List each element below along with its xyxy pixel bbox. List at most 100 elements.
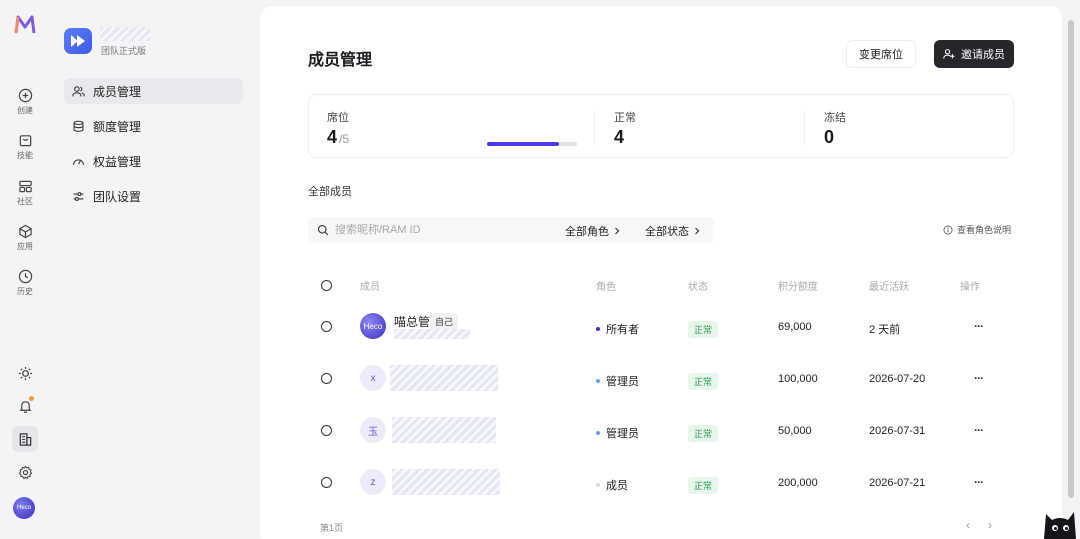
gauge-icon (73, 158, 84, 165)
settings-button[interactable] (12, 459, 38, 485)
team-button[interactable] (12, 426, 38, 452)
chevron-right-icon (695, 227, 700, 235)
role-label: 管理员 (606, 428, 639, 440)
clock-icon (18, 269, 32, 284)
team-sidebar: 团队正式版 成员管理 额度管理 权益管理 团队设置 (50, 0, 256, 539)
rail-item-label: 创建 (17, 106, 33, 115)
sidebar-item-label: 权益管理 (93, 154, 142, 169)
member-role: 所有者 (596, 321, 639, 337)
row-more-button[interactable]: ··· (974, 475, 984, 489)
team-logo (64, 28, 92, 54)
role-label: 管理员 (606, 376, 639, 388)
member-id-redacted (394, 329, 470, 339)
sidebar-item-benefits[interactable]: 权益管理 (64, 148, 243, 174)
building-icon (19, 432, 31, 446)
main-panel: 成员管理 变更席位 邀请成员 席位 4/5 正常 4 冻结 0 全部成员 全部角… (260, 6, 1062, 539)
scrollbar[interactable] (1068, 20, 1074, 498)
rail-item-community[interactable]: 社区 (0, 179, 50, 207)
status-filter[interactable]: 全部状态 (645, 223, 701, 239)
users-icon (72, 85, 85, 96)
notifications-button[interactable] (12, 393, 38, 419)
row-select-radio[interactable] (321, 321, 332, 332)
table-row[interactable]: z 成员 正常 200,000 2026-07-21 ··· (308, 456, 1014, 508)
rail-item-apps[interactable]: 应用 (0, 224, 50, 252)
sidebar-item-members[interactable]: 成员管理 (64, 78, 243, 104)
rail-item-history[interactable]: 历史 (0, 269, 50, 297)
role-dot (596, 483, 600, 487)
change-seat-button[interactable]: 变更席位 (846, 40, 916, 68)
row-select-radio[interactable] (321, 373, 332, 384)
rail-item-skills[interactable]: 技能 (0, 133, 50, 161)
app-logo-icon[interactable] (13, 13, 37, 37)
sidebar-item-label: 成员管理 (93, 84, 142, 99)
avatar: 玉 (360, 417, 386, 443)
sidebar-item-label: 团队设置 (93, 189, 142, 204)
avatar: x (360, 365, 386, 391)
role-help-link[interactable]: 查看角色说明 (943, 223, 1011, 236)
seats-progress-fill (487, 142, 559, 146)
team-name-redacted (100, 27, 150, 41)
role-label: 成员 (606, 480, 628, 492)
search-input[interactable] (335, 224, 545, 236)
grid-icon (18, 180, 32, 193)
member-name-redacted (392, 417, 496, 443)
database-icon (73, 120, 84, 132)
team-plan: 团队正式版 (101, 46, 147, 56)
divider (594, 111, 595, 145)
seats-progress-bar (487, 142, 577, 146)
table-row[interactable]: Heco 喵总管 自己 所有者 正常 69,000 2 天前 ··· (308, 300, 1014, 352)
add-user-icon (943, 49, 955, 59)
table-row[interactable]: 玉 管理员 正常 50,000 2026-07-31 ··· (308, 404, 1014, 456)
fast-forward-icon (71, 35, 85, 47)
seats-label: 席位 (327, 112, 349, 124)
row-more-button[interactable]: ··· (974, 423, 984, 437)
avatar: z (360, 469, 386, 495)
sidebar-item-team-settings[interactable]: 团队设置 (64, 183, 243, 209)
sidebar-item-quota[interactable]: 额度管理 (64, 113, 243, 139)
column-header: 状态 (688, 282, 708, 293)
member-name: 喵总管 (394, 315, 431, 329)
status-filter-label: 全部状态 (645, 226, 689, 238)
table-row[interactable]: x 管理员 正常 100,000 2026-07-20 ··· (308, 352, 1014, 404)
avatar: Heco (360, 313, 386, 339)
prev-page-button[interactable]: ‹ (966, 518, 970, 532)
user-avatar[interactable]: Heco (13, 497, 35, 519)
bag-icon (19, 135, 31, 147)
row-more-button[interactable]: ··· (974, 319, 984, 333)
rail-item-label: 应用 (17, 242, 33, 251)
invite-member-button[interactable]: 邀请成员 (934, 40, 1014, 68)
status-badge: 正常 (688, 477, 719, 494)
member-last-active: 2 天前 (869, 324, 901, 336)
search-bar: 全部角色 全部状态 (308, 217, 714, 243)
cube-icon (18, 224, 32, 239)
cat-mascot-icon[interactable] (1040, 500, 1080, 539)
member-quota: 200,000 (778, 477, 818, 489)
member-last-active: 2026-07-31 (869, 425, 926, 437)
frozen-label: 冻结 (824, 112, 846, 124)
stats-card: 席位 4/5 正常 4 冻结 0 (308, 94, 1014, 158)
info-icon (943, 225, 953, 234)
member-role: 管理员 (596, 373, 639, 389)
row-more-button[interactable]: ··· (974, 371, 984, 385)
column-header: 积分额度 (778, 282, 818, 293)
member-quota: 69,000 (778, 321, 812, 333)
invite-member-label: 邀请成员 (961, 49, 1005, 61)
role-filter-label: 全部角色 (565, 226, 609, 238)
role-filter[interactable]: 全部角色 (565, 223, 621, 239)
rail-item-create[interactable]: 创建 (0, 88, 50, 116)
next-page-button[interactable]: › (988, 518, 992, 532)
seats-total: /5 (339, 132, 350, 146)
status-badge: 正常 (688, 373, 719, 390)
row-select-radio[interactable] (321, 477, 332, 488)
plus-circle-icon (18, 88, 32, 103)
page-indicator: 第1页 (320, 523, 344, 533)
member-role: 成员 (596, 477, 628, 493)
divider (804, 111, 805, 145)
gear-icon (18, 465, 32, 479)
row-select-radio[interactable] (321, 425, 332, 436)
column-header: 最近活跃 (869, 282, 909, 293)
frozen-value: 0 (824, 127, 835, 147)
select-all-radio[interactable] (321, 280, 332, 291)
theme-toggle-button[interactable] (12, 360, 38, 386)
member-role: 管理员 (596, 425, 639, 441)
